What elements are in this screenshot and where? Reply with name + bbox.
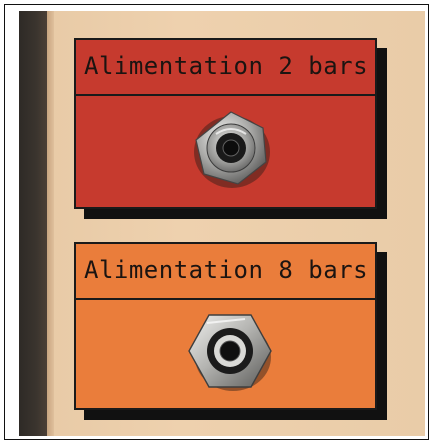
- panel-title-row: Alimentation 8 bars: [76, 244, 375, 300]
- dark-side-strip: [19, 11, 47, 436]
- panel-label: Alimentation 2 bars: [84, 52, 369, 80]
- wall-bevel: [47, 11, 54, 436]
- hex-nut-fitting-icon: [188, 314, 272, 391]
- panel-title-row: Alimentation 2 bars: [76, 40, 375, 96]
- panel-label: Alimentation 8 bars: [84, 256, 369, 284]
- round-compression-fitting-icon: [194, 111, 270, 188]
